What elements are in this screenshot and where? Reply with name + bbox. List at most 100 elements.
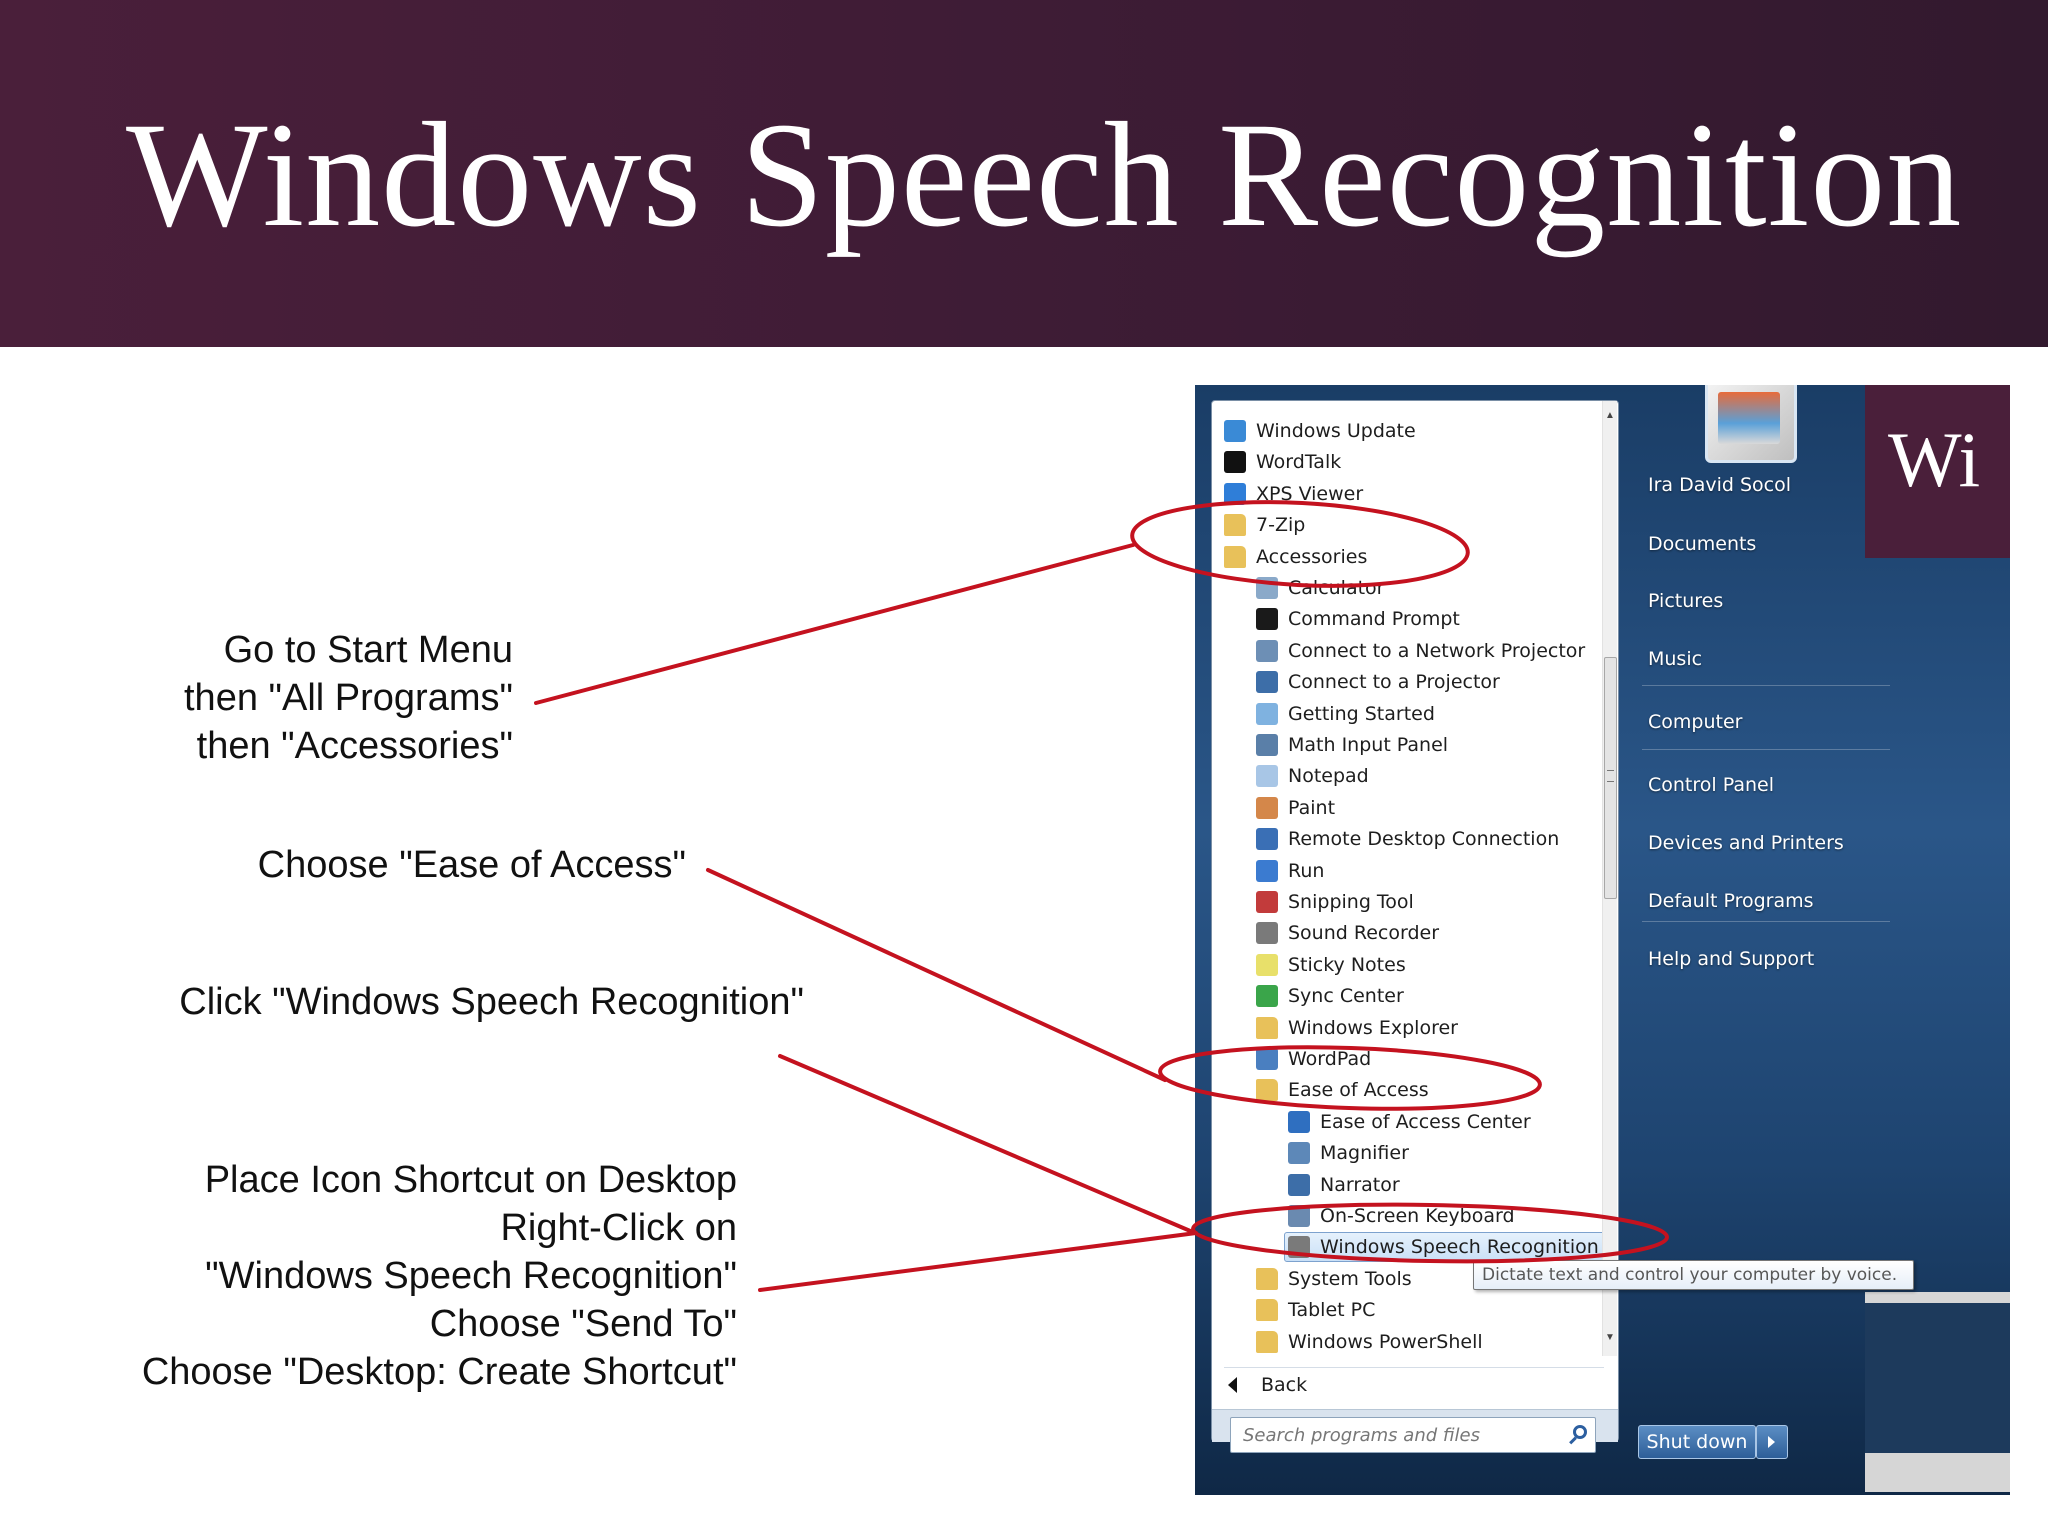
program-label: System Tools [1288,1267,1412,1290]
program-item[interactable]: Windows PowerShell [1256,1327,1483,1357]
right-pane-item[interactable]: Music [1648,648,1702,670]
program-item[interactable]: System Tools [1256,1264,1412,1294]
program-label: Sound Recorder [1288,922,1440,945]
program-label: 7-Zip [1256,514,1306,537]
program-item[interactable]: Sound Recorder [1256,918,1439,948]
narrator-icon [1288,1173,1310,1196]
search-input[interactable]: Search programs and files [1230,1417,1596,1453]
right-pane-item[interactable]: Control Panel [1648,774,1774,796]
magnifier-icon [1288,1142,1310,1165]
pointer-line-speech-recognition [778,1054,1197,1235]
right-pane-item[interactable]: Devices and Printers [1648,832,1844,854]
instruction-line: Place Icon Shortcut on Desktop [204,1159,737,1201]
right-pane-item[interactable]: Pictures [1648,590,1723,612]
program-item[interactable]: 7-Zip [1224,510,1305,540]
instruction-line: Go to Start Menu [223,629,513,671]
program-label: Command Prompt [1288,608,1460,631]
instruction-line: Choose "Desktop: Create Shortcut" [141,1351,737,1393]
search-icon[interactable] [1573,1425,1587,1439]
program-label: Sticky Notes [1288,953,1406,976]
program-label: Math Input Panel [1288,734,1449,756]
shutdown-button[interactable]: Shut down [1638,1425,1756,1459]
user-avatar[interactable] [1705,385,1797,463]
folder-icon [1224,545,1246,568]
right-pane-item[interactable]: Help and Support [1648,948,1814,970]
program-item[interactable]: XPS Viewer [1224,479,1363,509]
program-item[interactable]: WordTalk [1224,447,1341,477]
program-item[interactable]: Calculator [1256,573,1384,603]
program-item[interactable]: Magnifier [1288,1138,1409,1168]
program-item[interactable]: Run [1256,856,1324,886]
program-item[interactable]: Notepad [1256,761,1369,791]
instruction-line: "Windows Speech Recognition" [205,1255,737,1297]
right-pane-item[interactable]: Documents [1648,533,1756,555]
sticky-notes-icon [1256,953,1278,976]
instruction-line: Click "Windows Speech Recognition" [179,981,804,1023]
program-item[interactable]: Connect to a Projector [1256,667,1500,697]
slide-title: Windows Speech Recognition [126,92,1963,258]
right-pane-item[interactable]: Ira David Socol [1648,474,1791,496]
program-item[interactable]: Tablet PC [1256,1295,1375,1325]
scroll-up-icon[interactable]: ▲ [1603,409,1617,423]
search-bar: Search programs and files [1212,1409,1618,1453]
program-label: Run [1288,859,1325,882]
program-item[interactable]: Ease of Access [1256,1075,1429,1105]
program-item[interactable]: Remote Desktop Connection [1256,824,1559,854]
separator [1642,749,1890,750]
scrollbar[interactable]: ▲ ▼ [1602,401,1617,1356]
program-item-selected[interactable]: Windows Speech Recognition [1284,1232,1606,1263]
keyboard-icon [1288,1205,1310,1227]
snipping-tool-icon [1256,891,1278,913]
pointer-line-ease-of-access [706,868,1167,1082]
scroll-down-icon[interactable]: ▼ [1603,1331,1617,1345]
program-label: WordPad [1288,1048,1372,1070]
title-banner: Windows Speech Recognition [0,0,2048,347]
separator [1642,921,1890,922]
right-pane-item[interactable]: Computer [1648,711,1742,733]
program-label: Ease of Access [1288,1079,1429,1102]
scroll-thumb[interactable] [1604,657,1617,899]
program-label: WordTalk [1256,451,1342,474]
program-item[interactable]: Command Prompt [1256,604,1460,634]
program-item[interactable]: Windows Explorer [1256,1013,1458,1043]
program-item[interactable]: Sync Center [1256,981,1404,1011]
program-label: Paint [1288,796,1336,819]
program-item[interactable]: Windows Update [1224,416,1416,446]
program-label: Windows PowerShell [1288,1330,1483,1353]
shutdown-options-button[interactable] [1756,1425,1788,1459]
back-button[interactable]: Back [1224,1367,1604,1402]
instruction-line: then "Accessories" [196,725,513,767]
program-item[interactable]: WordPad [1256,1044,1371,1074]
background-slide-title: Wi [1888,416,1981,503]
microphone-icon [1288,1236,1310,1259]
program-item[interactable]: Connect to a Network Projector [1256,636,1585,666]
program-item[interactable]: Getting Started [1256,699,1435,729]
program-item[interactable]: Ease of Access Center [1288,1107,1531,1137]
program-item[interactable]: Accessories [1224,542,1367,572]
program-item[interactable]: Snipping Tool [1256,887,1414,917]
start-menu-screenshot: Wi Windows Update WordTalk XPS Viewer 7-Zip… [1195,385,2010,1495]
grip-icon [1607,770,1614,782]
program-label: Snipping Tool [1288,891,1414,913]
back-label: Back [1261,1374,1308,1396]
program-label: Connect to a Projector [1288,671,1500,694]
instruction-line: then "All Programs" [184,677,513,719]
program-label: Windows Speech Recognition [1320,1236,1599,1259]
instruction-line: Choose "Send To" [429,1303,737,1345]
program-item[interactable]: Paint [1256,793,1335,823]
right-pane-item[interactable]: Default Programs [1648,890,1814,912]
program-item[interactable]: Narrator [1288,1170,1400,1200]
projector-icon [1256,671,1278,694]
windows-update-icon [1224,420,1246,442]
program-item[interactable]: Sticky Notes [1256,950,1406,980]
tooltip: Dictate text and control your computer b… [1473,1260,1914,1290]
program-list[interactable]: Windows Update WordTalk XPS Viewer 7-Zip Acc… [1212,401,1606,1357]
instruction-step-2: Choose "Ease of Access" [258,841,686,889]
folder-icon [1256,1299,1278,1322]
program-item[interactable]: On-Screen Keyboard [1288,1201,1515,1231]
program-label: Accessories [1256,545,1368,568]
pointer-line-shortcut [758,1231,1198,1292]
program-item[interactable]: Math Input Panel [1256,730,1448,760]
run-icon [1256,859,1278,882]
program-label: Remote Desktop Connection [1288,828,1560,851]
